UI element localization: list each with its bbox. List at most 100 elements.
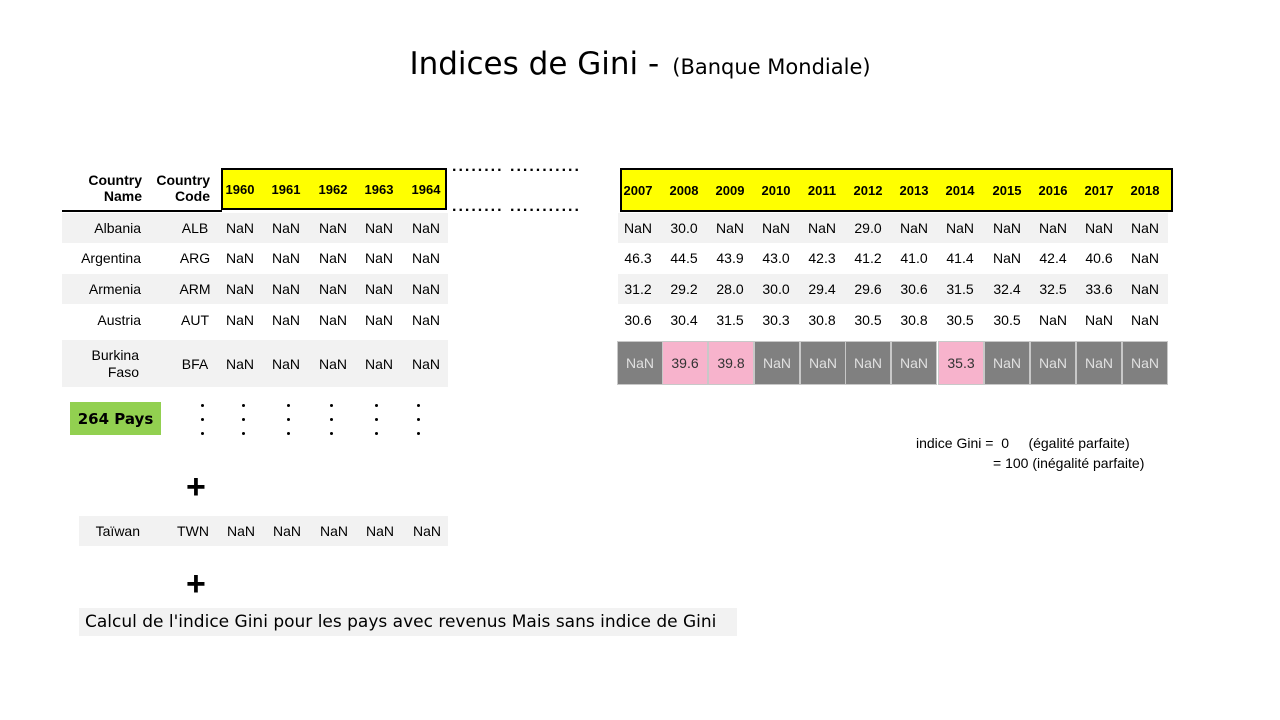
year-header-cell: 2017 [1084,182,1114,198]
table-cell: NaN [1130,220,1159,236]
table-cell: NaN [1130,312,1159,328]
table-cell: NaN [271,250,300,266]
year-header-cell: 2014 [945,182,975,198]
year-header-cell: 1960 [225,181,255,197]
highlighted-cell: NaN [617,341,663,385]
table-cell: NaN [225,220,254,236]
vertical-ellipsis [240,404,246,438]
table-cell: NaN [761,220,790,236]
vertical-ellipsis [285,404,291,438]
table-cell: NaN [411,312,440,328]
country-name: Taïwan [95,523,140,539]
table-cell: 40.6 [1085,250,1113,266]
title-subtitle: (Banque Mondiale) [672,55,871,79]
table-cell: 31.5 [946,281,974,297]
highlighted-cell: NaN [891,341,937,385]
table-cell: NaN [899,220,928,236]
table-cell: NaN [318,220,347,236]
table-cell: 30.5 [993,312,1021,328]
country-code: ARM [179,281,211,297]
highlighted-cell: NaN [845,341,891,385]
table-cell: NaN [318,312,347,328]
vertical-ellipsis [415,404,421,438]
table-cell: NaN [1084,312,1113,328]
table-cell: NaN [411,250,440,266]
year-header-cell: 2007 [623,182,653,198]
vertical-ellipsis [373,404,379,438]
table-cell: NaN [225,356,254,372]
table-cell: 30.5 [946,312,974,328]
table-cell: NaN [364,220,393,236]
table-cell: NaN [411,356,440,372]
country-code: BFA [181,356,209,372]
table-cell: 43.0 [762,250,790,266]
table-cell: 29.4 [808,281,836,297]
year-header-cell: 2012 [853,182,883,198]
table-cell: NaN [992,220,1021,236]
year-header-cell: 2016 [1038,182,1068,198]
gini-note: indice Gini = 0 (égalité parfaite) = 100… [916,433,1144,473]
highlighted-cell: 35.3 [938,341,984,385]
title-main: Indices de Gini - [409,46,660,82]
table-cell: NaN [715,220,744,236]
table-cell: NaN [807,220,836,236]
table-cell: 31.2 [624,281,652,297]
highlighted-cell: 39.8 [708,341,754,385]
country-count-badge: 264 Pays [70,402,161,435]
country-name: Albania [94,220,141,236]
table-cell: NaN [225,281,254,297]
year-header-cell: 2009 [715,182,745,198]
gini-note-line2: = 100 (inégalité parfaite) [993,455,1145,471]
table-cell: NaN [225,312,254,328]
table-cell: 28.0 [716,281,744,297]
table-cell: 30.0 [670,220,698,236]
country-code: ALB [181,220,209,236]
year-header-cell: 2013 [899,182,929,198]
country-name: Austria [97,312,141,328]
highlighted-cell: NaN [1030,341,1076,385]
table-cell: 41.0 [900,250,928,266]
table-cell: NaN [226,523,255,539]
table-cell: NaN [364,281,393,297]
table-cell: NaN [992,250,1021,266]
table-cell: 30.4 [670,312,698,328]
table-cell: 41.4 [946,250,974,266]
table-cell: 44.5 [670,250,698,266]
table-cell: NaN [364,250,393,266]
table-cell: NaN [364,356,393,372]
table-cell: NaN [318,281,347,297]
highlighted-cell: NaN [800,341,846,385]
table-cell: 29.2 [670,281,698,297]
header-country-code: Country Code [156,172,210,204]
year-header-cell: 2015 [992,182,1022,198]
plus-sign-1: + [186,468,206,506]
table-cell: 41.2 [854,250,882,266]
table-cell: NaN [318,356,347,372]
table-cell: NaN [945,220,974,236]
table-cell: 42.4 [1039,250,1067,266]
header-country-name: Country Name [88,172,142,204]
table-cell: NaN [271,281,300,297]
country-name: Armenia [88,281,141,297]
table-cell: NaN [1084,220,1113,236]
gini-note-line1: indice Gini = 0 (égalité parfaite) [916,435,1130,451]
table-cell: 30.6 [900,281,928,297]
year-header-cell: 1963 [364,181,394,197]
header-underline [62,210,222,212]
page-title: Indices de Gini - (Banque Mondiale) [0,46,1280,82]
country-name: Argentina [81,250,141,266]
table-cell: 30.5 [854,312,882,328]
table-cell: 30.8 [808,312,836,328]
table-cell: 32.4 [993,281,1021,297]
table-cell: 46.3 [624,250,652,266]
table-cell: NaN [1038,312,1067,328]
table-cell: NaN [271,312,300,328]
table-cell: NaN [1130,281,1159,297]
bottom-caption: Calcul de l'indice Gini pour les pays av… [79,608,737,636]
year-header-cell: 1964 [411,181,441,197]
highlighted-cell: NaN [984,341,1030,385]
table-cell: NaN [318,250,347,266]
table-cell: NaN [225,250,254,266]
country-code: AUT [181,312,209,328]
table-cell: 43.9 [716,250,744,266]
